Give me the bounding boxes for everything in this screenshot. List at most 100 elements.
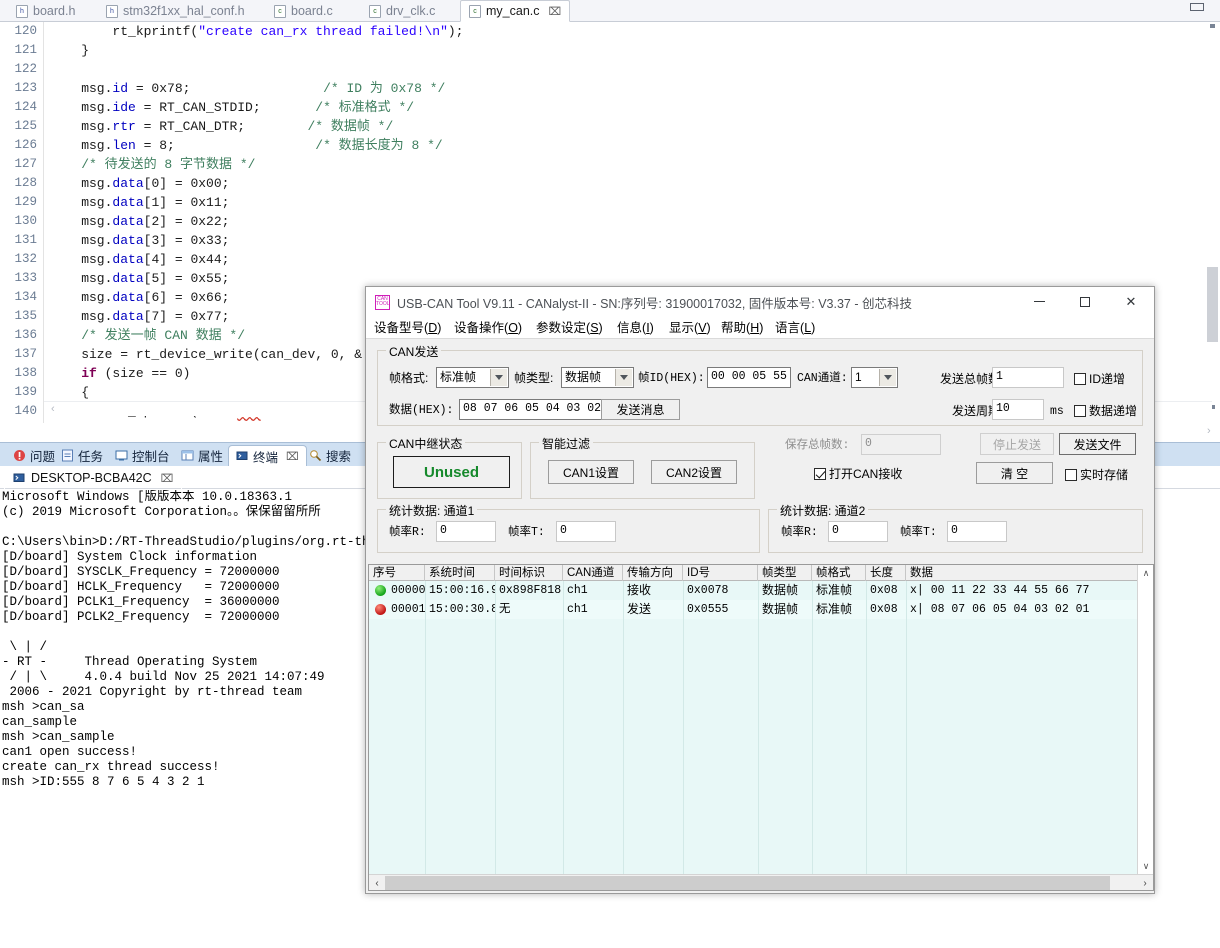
chevron-down-icon[interactable]	[490, 369, 507, 386]
realtime-store-checkbox[interactable]: 实时存储	[1065, 466, 1128, 483]
code-line: /* 待发送的 8 字节数据 */	[81, 157, 256, 172]
line-number: 137	[14, 347, 37, 361]
menu-device-operation[interactable]: 设备操作(O)	[454, 317, 522, 339]
table-row[interactable]: 00001 15:00:30.804 无 ch1 发送 0x0555 数据帧 标准帧 0x08 x…	[369, 600, 1139, 619]
relay-status-value: Unused	[393, 456, 510, 488]
stats-channel2-group: 统计数据: 通道2 帧率R: 0 帧率T: 0	[768, 502, 1143, 553]
can-channel-select[interactable]: 1	[851, 367, 898, 388]
editor-vertical-scrollbar[interactable]	[1204, 22, 1220, 423]
checkbox-box	[814, 467, 826, 480]
close-icon[interactable]: ⌧	[286, 450, 299, 463]
code-line: msg.data[1] = 0x11;	[50, 195, 230, 210]
code-line: if (size == 0)	[81, 366, 191, 381]
data-increment-checkbox[interactable]: 数据递增	[1074, 402, 1137, 419]
code-line: {	[50, 385, 90, 400]
message-grid[interactable]: 序号 系统时间 时间标识 CAN通道 传输方向 ID号 帧类型 帧格式 长度 数据 00000 15…	[368, 564, 1154, 891]
scroll-up-icon[interactable]: ∧	[1138, 565, 1154, 581]
scrollbar-thumb[interactable]	[385, 876, 1110, 890]
frame-format-label: 帧格式:	[389, 371, 429, 385]
scroll-right-icon[interactable]: ›	[1137, 875, 1153, 891]
terminal-session-tab[interactable]: DESKTOP-BCBA42C ⌧	[4, 466, 183, 489]
console-line: [D/board] PCLK2_Frequency = 72000000	[2, 610, 280, 624]
restore-icon[interactable]	[1190, 3, 1206, 13]
cantool-menu-bar: 设备型号(D) 设备操作(O) 参数设定(S) 信息(I) 显示(V) 帮助(H…	[366, 317, 1154, 339]
tab-search[interactable]: 搜索	[302, 444, 358, 467]
chevron-left-icon[interactable]: ‹	[51, 403, 55, 415]
grid-column-header[interactable]: 时间标识	[495, 565, 563, 581]
grid-column-header[interactable]: 传输方向	[623, 565, 683, 581]
editor-tab-drv-clk-c[interactable]: c drv_clk.c	[361, 0, 443, 22]
grid-column-header[interactable]: ID号	[683, 565, 758, 581]
editor-tab-board-h[interactable]: h board.h	[8, 0, 83, 22]
grid-body[interactable]: 00000 15:00:16.911 0x898F818 ch1 接收 0x0078 数据帧…	[369, 581, 1139, 874]
menu-language[interactable]: 语言(L)	[775, 317, 815, 339]
tab-console[interactable]: 控制台	[108, 444, 177, 467]
can1-settings-button[interactable]: CAN1设置	[548, 460, 634, 484]
terminal-icon	[236, 451, 248, 460]
grid-column-header[interactable]: 帧格式	[812, 565, 866, 581]
grid-horizontal-scrollbar[interactable]: ‹ ›	[369, 874, 1153, 890]
tab-properties[interactable]: 属性	[174, 444, 230, 467]
stop-send-button[interactable]: 停止发送	[980, 433, 1054, 455]
ch2-rate-r-value: 0	[828, 521, 888, 542]
grid-column-header[interactable]: 帧类型	[758, 565, 812, 581]
console-line: C:\Users\bin>D:/RT-ThreadStudio/plugins/…	[2, 535, 393, 549]
send-period-input[interactable]: 10	[992, 399, 1044, 420]
grid-column-header[interactable]: 序号	[369, 565, 425, 581]
open-can-receive-checkbox[interactable]: 打开CAN接收	[814, 465, 902, 482]
tab-terminal[interactable]: 终端 ⌧	[228, 445, 307, 467]
close-icon[interactable]: ⌧	[161, 472, 174, 485]
code-line: size = rt_device_write(can_dev, 0, &	[50, 347, 363, 362]
cantool-title-bar[interactable]: CAN TOOL USB-CAN Tool V9.11 - CANalyst-II…	[366, 287, 1154, 317]
grid-column-header[interactable]: 系统时间	[425, 565, 495, 581]
table-row[interactable]: 00000 15:00:16.911 0x898F818 ch1 接收 0x0078 数据帧…	[369, 581, 1139, 600]
grid-column-header[interactable]: 数据	[906, 565, 1139, 581]
editor-tab-board-c[interactable]: c board.c	[266, 0, 341, 22]
line-number: 130	[14, 214, 37, 228]
total-frames-input[interactable]: 1	[992, 367, 1064, 388]
editor-tab-label: drv_clk.c	[386, 4, 436, 18]
menu-device-model[interactable]: 设备型号(D)	[374, 317, 441, 339]
send-message-button[interactable]: 发送消息	[601, 399, 680, 420]
editor-tab-my-can-c[interactable]: c my_can.c ⌧	[460, 0, 571, 22]
menu-parameter-settings[interactable]: 参数设定(S)	[536, 317, 603, 339]
send-file-button[interactable]: 发送文件	[1059, 433, 1136, 455]
period-unit-label: ms	[1050, 405, 1064, 418]
grid-column-header[interactable]: 长度	[866, 565, 906, 581]
can-relay-status-group: CAN中继状态 Unused	[377, 435, 522, 499]
tab-tasks[interactable]: 任务	[54, 444, 110, 467]
menu-display[interactable]: 显示(V)	[669, 317, 711, 339]
clear-button[interactable]: 清 空	[976, 462, 1053, 484]
code-line: /* 发送一帧 CAN 数据 */	[81, 328, 246, 343]
grid-column-header[interactable]: CAN通道	[563, 565, 623, 581]
editor-tab-stm32f1xx-hal-conf-h[interactable]: h stm32f1xx_hal_conf.h	[98, 0, 253, 22]
code-line: msg.ide = RT_CAN_STDID; /* 标准格式 */	[50, 100, 415, 115]
scroll-down-icon[interactable]: ∨	[1138, 858, 1154, 874]
line-number: 128	[14, 176, 37, 190]
chevron-down-icon[interactable]	[615, 369, 632, 386]
frame-id-input[interactable]: 00 00 05 55	[707, 367, 791, 388]
scroll-left-icon[interactable]: ‹	[369, 875, 385, 891]
grid-vertical-scrollbar[interactable]: ∧ ∨	[1137, 565, 1153, 874]
id-increment-checkbox[interactable]: ID递增	[1074, 370, 1125, 387]
grid-cell: 00001	[391, 603, 425, 616]
grid-cell: 发送	[627, 602, 652, 616]
scrollbar-thumb[interactable]	[1207, 267, 1218, 342]
chevron-right-icon[interactable]: ›	[1207, 425, 1211, 437]
grid-column-separator	[623, 581, 624, 874]
line-number: 125	[14, 119, 37, 133]
c-file-icon: c	[369, 4, 381, 18]
minimize-button[interactable]	[1016, 287, 1062, 317]
console-line: can_sample	[2, 715, 78, 729]
frame-type-select[interactable]: 数据帧	[561, 367, 634, 388]
console-line: [D/board] System Clock information	[2, 550, 258, 564]
ch1-rate-t-value: 0	[556, 521, 616, 542]
menu-help[interactable]: 帮助(H)	[721, 317, 763, 339]
close-icon[interactable]: ⌧	[549, 5, 562, 18]
chevron-down-icon[interactable]	[879, 369, 896, 386]
can2-settings-button[interactable]: CAN2设置	[651, 460, 737, 484]
maximize-button[interactable]	[1062, 287, 1108, 317]
close-button[interactable]: ✕	[1108, 287, 1154, 317]
menu-information[interactable]: 信息(I)	[617, 317, 654, 339]
frame-format-select[interactable]: 标准帧	[436, 367, 509, 388]
